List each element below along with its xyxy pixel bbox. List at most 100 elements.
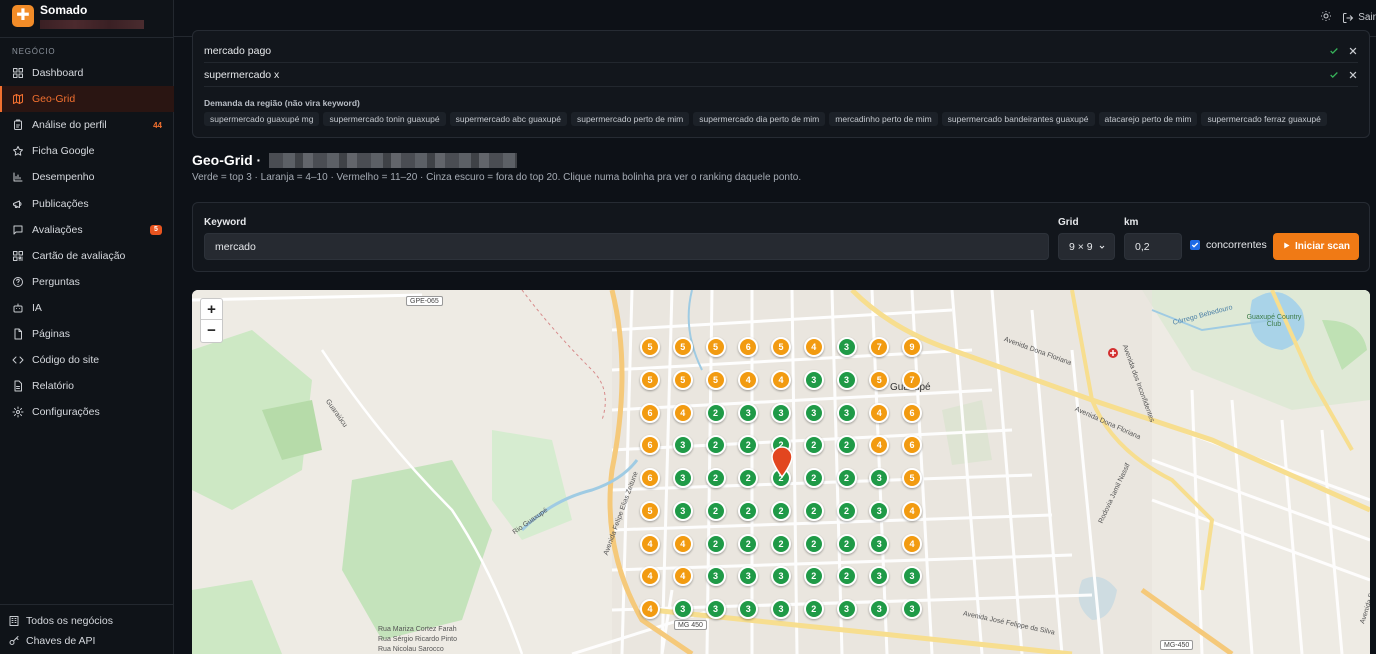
grid-point-rank[interactable]: 3 [869,500,890,521]
grid-point-rank[interactable]: 6 [640,402,660,423]
zoom-out-button[interactable]: − [201,320,222,341]
grid-point-rank[interactable]: 5 [705,369,726,390]
grid-point-rank[interactable]: 3 [803,402,824,423]
grid-point-rank[interactable]: 3 [672,468,693,488]
grid-point-rank[interactable]: 3 [803,369,824,390]
remove-x-icon[interactable] [1348,46,1358,56]
keyword-input[interactable]: mercado [204,233,1049,260]
sidebar-footer-item[interactable]: Todos os negócios [0,611,174,631]
grid-point-rank[interactable]: 3 [705,599,726,619]
sidebar-footer-item[interactable]: Chaves de API [0,631,174,651]
sidebar-item-configuracoes[interactable]: Configurações [0,399,174,425]
grid-point-rank[interactable]: 2 [771,500,791,521]
grid-point-rank[interactable]: 2 [705,533,726,554]
demand-chip[interactable]: supermercado dia perto de mim [693,112,826,126]
sidebar-item-avaliacoes[interactable]: Avaliações 5 [0,217,174,243]
demand-chip[interactable]: supermercado guaxupé mg [204,112,320,126]
grid-point-rank[interactable]: 3 [771,599,791,619]
grid-point-rank[interactable]: 6 [640,468,660,488]
grid-point-rank[interactable]: 6 [902,402,922,423]
grid-point-rank[interactable]: 3 [836,599,857,619]
grid-point-rank[interactable]: 2 [803,435,824,456]
demand-chip[interactable]: supermercado abc guaxupé [449,112,567,126]
grid-point-rank[interactable]: 4 [672,566,693,587]
business-location-pin-icon[interactable] [770,446,794,478]
grid-point-rank[interactable]: 5 [869,369,890,390]
grid-point-rank[interactable]: 2 [836,500,857,521]
zoom-in-button[interactable]: + [201,299,222,320]
grid-point-rank[interactable]: 3 [672,435,693,456]
sidebar-item-desempenho[interactable]: Desempenho [0,164,174,190]
brand[interactable]: ✚ Somado [12,3,144,35]
checkbox-checked-icon[interactable] [1190,240,1200,250]
grid-point-rank[interactable]: 4 [902,533,922,554]
logout-button[interactable]: Sair [1342,12,1376,24]
demand-chip[interactable]: supermercado ferraz guaxupé [1201,112,1327,126]
grid-point-rank[interactable]: 2 [705,435,726,456]
sidebar-item-analise-do-perfil[interactable]: Análise do perfil 44 [0,112,174,138]
grid-point-rank[interactable]: 4 [640,599,660,619]
grid-point-rank[interactable]: 2 [803,599,824,619]
sidebar-item-perguntas[interactable]: Perguntas [0,269,174,295]
approve-check-icon[interactable] [1329,70,1339,80]
grid-point-rank[interactable]: 3 [771,402,791,423]
grid-point-rank[interactable]: 3 [672,500,693,521]
sidebar-item-codigo-do-site[interactable]: Código do site [0,347,174,373]
grid-point-rank[interactable]: 2 [803,566,824,587]
grid-point-rank[interactable]: 2 [803,500,824,521]
sidebar-item-dashboard[interactable]: Dashboard [0,60,174,86]
grid-point-rank[interactable]: 4 [771,369,791,390]
grid-point-rank[interactable]: 3 [738,402,759,423]
grid-point-rank[interactable]: 2 [836,435,857,456]
sidebar-item-geo-grid[interactable]: Geo-Grid [0,86,174,113]
grid-point-rank[interactable]: 5 [640,500,660,521]
grid-point-rank[interactable]: 9 [902,337,922,357]
grid-point-rank[interactable]: 4 [902,500,922,521]
grid-point-rank[interactable]: 2 [803,533,824,554]
grid-point-rank[interactable]: 5 [705,337,726,357]
grid-point-rank[interactable]: 4 [803,337,824,357]
grid-point-rank[interactable]: 2 [803,468,824,488]
demand-chip[interactable]: supermercado tonin guaxupé [323,112,446,126]
grid-point-rank[interactable]: 3 [836,369,857,390]
remove-x-icon[interactable] [1348,70,1358,80]
grid-point-rank[interactable]: 2 [705,500,726,521]
demand-chip[interactable]: mercadinho perto de mim [829,112,938,126]
sidebar-item-ficha-google[interactable]: Ficha Google [0,138,174,164]
competitors-toggle[interactable]: concorrentes [1190,239,1267,251]
grid-point-rank[interactable]: 3 [836,402,857,423]
demand-chip[interactable]: atacarejo perto de mim [1098,112,1198,126]
grid-point-rank[interactable]: 3 [869,533,890,554]
grid-point-rank[interactable]: 2 [705,402,726,423]
geo-grid-map[interactable]: + − GPE-065 Guaxupé Avenida Dona Florian… [192,290,1370,654]
grid-point-rank[interactable]: 3 [705,566,726,587]
grid-select[interactable]: 9 × 9 [1058,233,1115,260]
grid-point-rank[interactable]: 4 [672,402,693,423]
sidebar-item-publicacoes[interactable]: Publicações [0,190,174,216]
km-input[interactable]: 0,2 [1124,233,1182,260]
grid-point-rank[interactable]: 5 [771,337,791,357]
sidebar-item-cartao-de-avaliacao[interactable]: Cartão de avaliação [0,243,174,269]
theme-toggle-icon[interactable] [1320,10,1332,25]
grid-point-rank[interactable]: 2 [705,468,726,488]
sidebar-item-relatorio[interactable]: Relatório [0,373,174,399]
grid-point-rank[interactable]: 3 [836,337,857,357]
grid-point-rank[interactable]: 4 [869,402,890,423]
demand-chip[interactable]: supermercado perto de mim [570,112,690,126]
grid-point-rank[interactable]: 2 [738,533,759,554]
grid-point-rank[interactable]: 5 [640,369,660,390]
sidebar-item-ia[interactable]: IA [0,295,174,321]
grid-point-rank[interactable]: 5 [672,337,693,357]
grid-point-rank[interactable]: 4 [640,533,660,554]
grid-point-rank[interactable]: 2 [771,533,791,554]
grid-point-rank[interactable]: 5 [672,369,693,390]
grid-point-rank[interactable]: 2 [836,468,857,488]
grid-point-rank[interactable]: 4 [738,369,759,390]
grid-point-rank[interactable]: 2 [738,500,759,521]
grid-point-rank[interactable]: 4 [672,533,693,554]
grid-point-rank[interactable]: 5 [640,337,660,357]
grid-point-rank[interactable]: 3 [902,599,922,619]
start-scan-button[interactable]: Iniciar scan [1273,233,1359,260]
grid-point-rank[interactable]: 2 [836,566,857,587]
sidebar-item-paginas[interactable]: Páginas [0,321,174,347]
